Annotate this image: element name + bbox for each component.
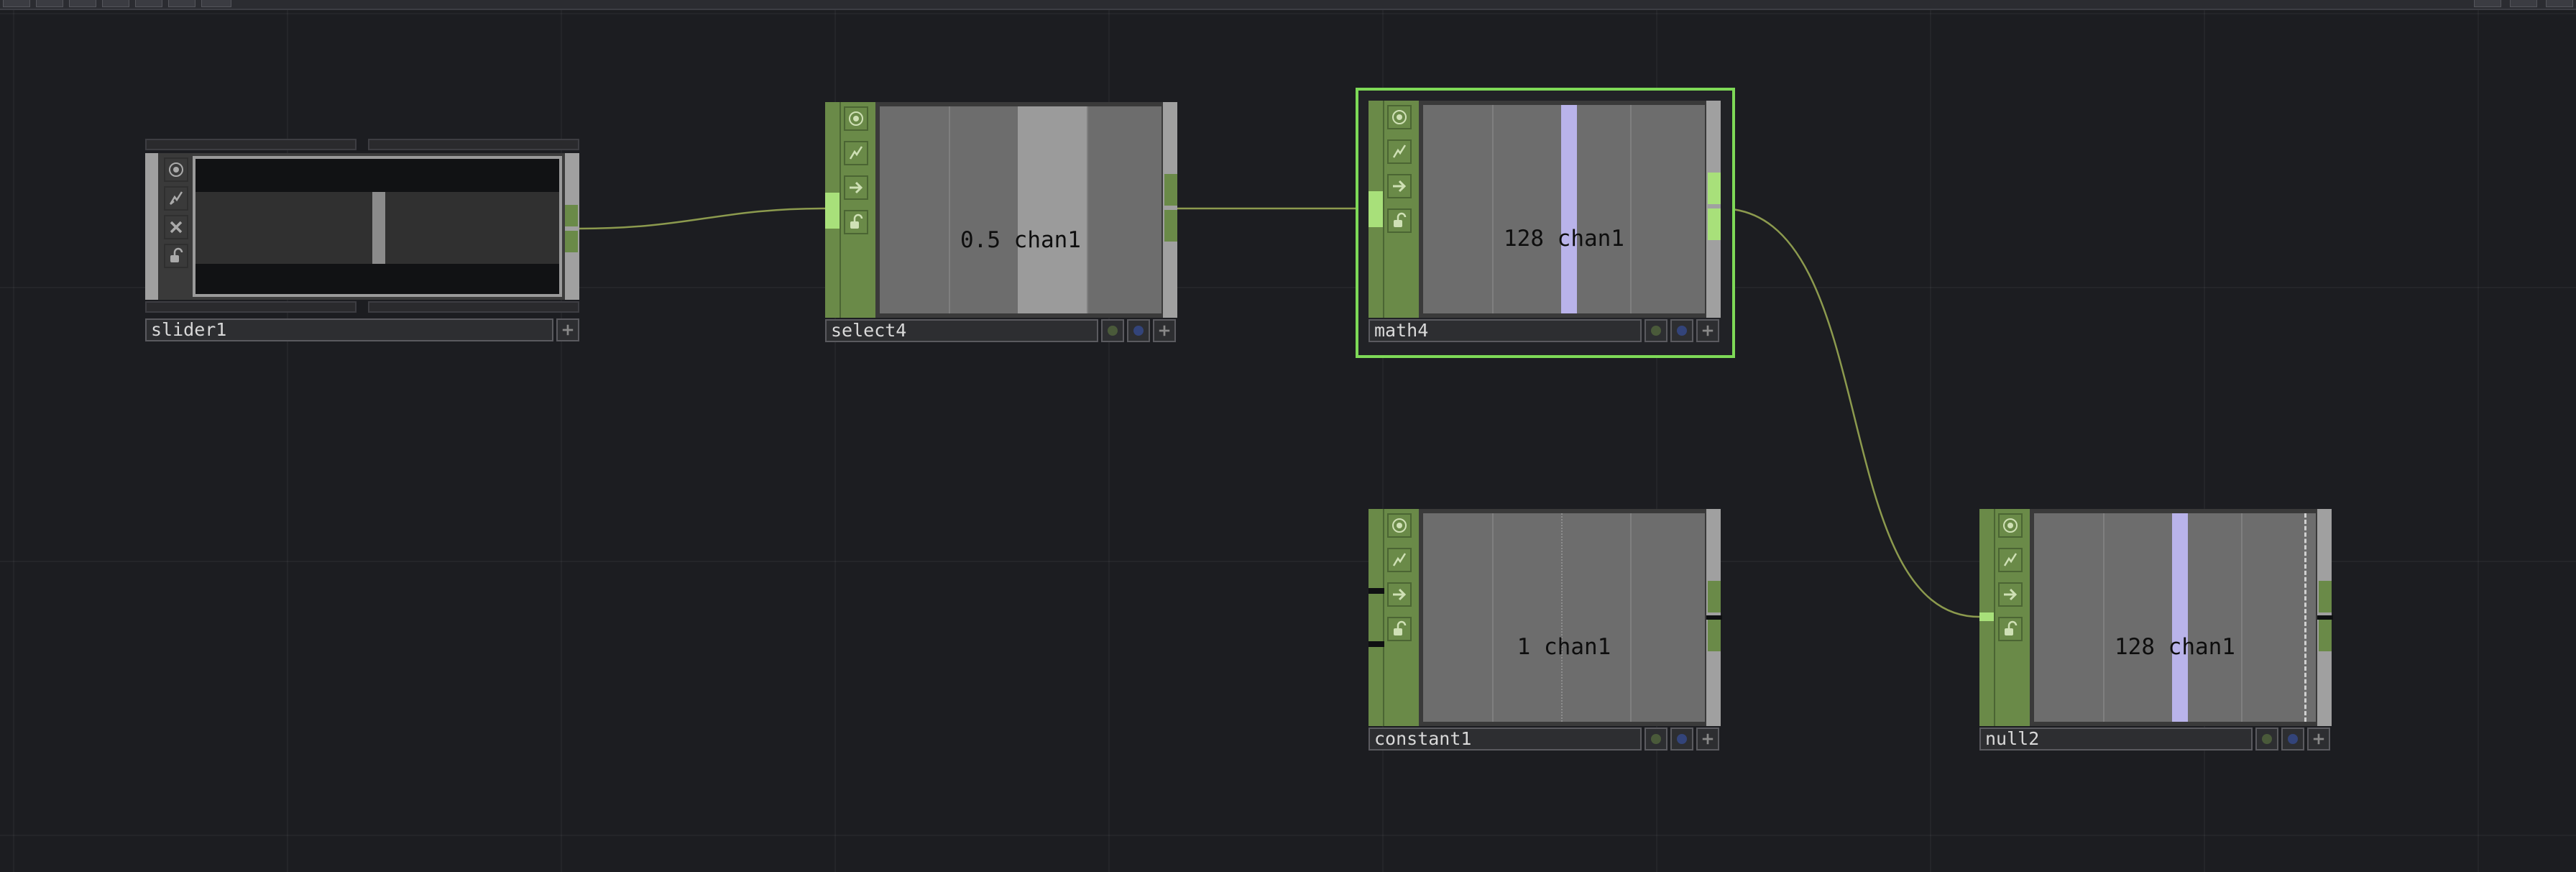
panel-tab	[368, 139, 579, 150]
viewer-active-icon[interactable]	[1387, 513, 1412, 538]
output-connector[interactable]	[565, 231, 578, 252]
channel-value-label: 0.5 chan1	[960, 227, 1081, 253]
plus-icon[interactable]	[2307, 728, 2330, 751]
export-arrow-icon[interactable]	[1387, 174, 1412, 198]
input-bar	[145, 153, 158, 300]
slider-handle[interactable]	[372, 192, 385, 264]
viewer-active-icon[interactable]	[1387, 105, 1412, 129]
scroll-marker	[2304, 513, 2306, 722]
panel-tab	[145, 139, 356, 150]
plus-icon[interactable]	[1696, 319, 1719, 342]
slider-panel[interactable]	[193, 156, 562, 297]
node-name-label[interactable]: null2	[1979, 728, 2253, 751]
lock-icon[interactable]	[1998, 617, 2023, 641]
panel-tab	[145, 301, 356, 313]
channel-viewer[interactable]: 0.5 chan1	[880, 106, 1162, 313]
node-constant1[interactable]: 1 chan1 constant1	[1368, 509, 1722, 753]
render-flag-icon[interactable]	[2255, 728, 2278, 751]
export-arrow-icon[interactable]	[1998, 582, 2023, 607]
render-flag-icon[interactable]	[1101, 319, 1124, 342]
input-notch	[1368, 641, 1384, 647]
export-arrow-icon[interactable]	[844, 175, 868, 200]
wire-math4-null2[interactable]	[1720, 207, 1980, 618]
render-flag-icon[interactable]	[1644, 319, 1668, 342]
output-connector[interactable]	[2319, 620, 2332, 651]
channel-value-label: 128 chan1	[2115, 634, 2235, 660]
cook-flag-icon[interactable]	[844, 141, 868, 165]
export-arrow-icon[interactable]	[1387, 582, 1412, 607]
output-connector[interactable]	[1708, 208, 1721, 240]
plus-icon[interactable]	[556, 318, 579, 341]
channel-viewer[interactable]: 128 chan1	[2034, 513, 2316, 722]
bypass-x-icon[interactable]	[164, 215, 188, 239]
input-connector[interactable]	[825, 193, 840, 229]
node-name-label[interactable]: slider1	[145, 318, 553, 341]
input-connector[interactable]	[1368, 191, 1383, 227]
channel-viewer[interactable]: 128 chan1	[1423, 105, 1705, 313]
output-connector[interactable]	[1708, 581, 1721, 612]
node-null2[interactable]: 128 chan1 null2	[1979, 509, 2333, 753]
channel-bar	[1018, 106, 1087, 313]
cook-flag-icon[interactable]	[164, 186, 188, 211]
cook-flag-icon[interactable]	[1387, 548, 1412, 572]
plus-icon[interactable]	[1696, 728, 1719, 751]
output-connector[interactable]	[1708, 620, 1721, 651]
viewer-active-icon[interactable]	[1998, 513, 2023, 538]
lock-icon[interactable]	[1387, 617, 1412, 641]
output-connector[interactable]	[1164, 210, 1177, 242]
lock-icon[interactable]	[164, 244, 188, 268]
viewer-active-icon[interactable]	[844, 106, 868, 131]
lock-icon[interactable]	[1387, 208, 1412, 233]
output-bar	[565, 153, 579, 300]
output-notch	[1706, 615, 1722, 620]
render-flag-icon[interactable]	[1644, 728, 1668, 751]
input-notch	[1368, 588, 1384, 594]
node-select4[interactable]: 0.5 chan1 select4	[825, 102, 1177, 346]
input-connector[interactable]	[1979, 612, 1994, 621]
node-name-label[interactable]: select4	[825, 319, 1098, 342]
cook-flag-icon[interactable]	[1387, 139, 1412, 164]
display-flag-icon[interactable]	[2281, 728, 2304, 751]
channel-value-label: 128 chan1	[1504, 226, 1624, 252]
display-flag-icon[interactable]	[1127, 319, 1150, 342]
node-name-label[interactable]: constant1	[1368, 728, 1642, 751]
panel-tab	[368, 301, 579, 313]
output-connector[interactable]	[1164, 174, 1177, 206]
wire-slider1-select4[interactable]	[579, 207, 826, 230]
cook-flag-icon[interactable]	[1998, 548, 2023, 572]
channel-value-label: 1 chan1	[1517, 634, 1611, 660]
output-connector[interactable]	[1708, 173, 1721, 204]
node-name-label[interactable]: math4	[1368, 319, 1642, 342]
lock-icon[interactable]	[844, 210, 868, 234]
channel-bar	[2172, 513, 2188, 722]
channel-viewer[interactable]: 1 chan1	[1423, 513, 1705, 722]
display-flag-icon[interactable]	[1670, 728, 1693, 751]
node-math4[interactable]: 128 chan1 math4	[1356, 88, 1735, 358]
viewer-active-icon[interactable]	[164, 157, 188, 182]
node-slider1[interactable]: slider1	[145, 139, 579, 346]
output-notch	[2317, 615, 2333, 620]
display-flag-icon[interactable]	[1670, 319, 1693, 342]
output-connector[interactable]	[565, 205, 578, 226]
plus-icon[interactable]	[1153, 319, 1176, 342]
output-connector[interactable]	[2319, 581, 2332, 612]
channel-bar	[1561, 105, 1577, 313]
